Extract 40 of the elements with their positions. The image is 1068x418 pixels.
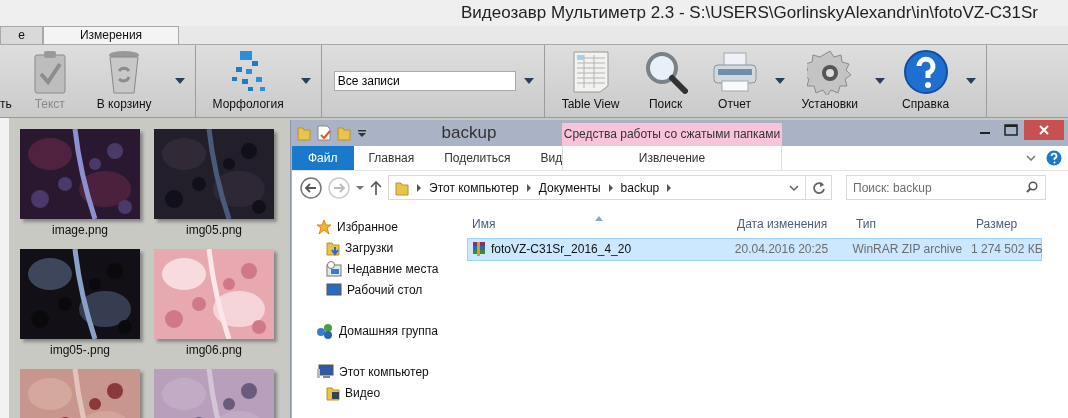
toolbar-button[interactable]: Поиск — [634, 44, 697, 117]
nav-item[interactable]: Домашняя группа — [292, 320, 462, 342]
toolbar-button[interactable]: Морфология — [203, 44, 293, 117]
nav-item[interactable]: Загрузки — [292, 237, 462, 259]
toolbar-button[interactable]: Справка — [893, 44, 959, 117]
window-title: backup — [440, 122, 498, 144]
breadcrumb-item[interactable]: Документы — [538, 178, 601, 197]
window-title: Видеозавр Мультиметр 2.3 - S:\USERS\GorlinskyAlexandr\in\fotoVZ-C31Sr — [460, 2, 1038, 24]
table-cell-text: 20.04.2016 20:25 — [733, 241, 830, 258]
table-cell-text: 1 274 502 КБ — [970, 241, 1041, 258]
search-field[interactable]: Поиск: backup — [846, 175, 1046, 200]
thumbnail-caption: image.png — [51, 221, 108, 239]
address-bar[interactable]: Этот компьютер Документы backup — [388, 175, 806, 200]
context-tab-header: Средства работы со сжатыми папками — [562, 123, 782, 146]
toolbar-button[interactable]: Установки — [792, 44, 867, 117]
column-header[interactable]: Имя — [467, 214, 732, 233]
nav-item[interactable]: Видео — [292, 382, 462, 404]
toolbar-button[interactable]: Отчет — [702, 44, 767, 117]
toolbar-button[interactable]: В корзину — [87, 44, 161, 117]
column-header[interactable]: Размер — [971, 214, 1046, 233]
column-header[interactable]: Тип — [851, 214, 971, 233]
nav-item[interactable]: Недавние места — [292, 258, 462, 280]
table-cell-text: WinRAR ZIP archive — [851, 241, 964, 258]
ribbon-tab[interactable]: Главная — [353, 145, 430, 170]
file-menu-button[interactable]: Файл — [292, 145, 354, 170]
nav-item[interactable]: Рабочий стол — [292, 279, 462, 301]
column-header[interactable]: Дата изменения — [732, 214, 851, 233]
thumbnail-caption: img06.png — [185, 341, 242, 359]
filter-combo[interactable]: Все записи — [333, 70, 516, 91]
thumbnail-caption: img05-.png — [49, 341, 110, 359]
file-row[interactable]: fotoVZ-C31Sr_2016_4_20 20.04.2016 20:25 WinRAR ZIP archive 1 274 502 КБ — [467, 237, 1042, 261]
toolbar-button[interactable]: Table View — [552, 44, 629, 117]
file-name: fotoVZ-C31Sr_2016_4_20 — [491, 241, 632, 258]
thumbnail-caption: img05.png — [185, 221, 242, 239]
ribbon-tab[interactable]: Поделиться — [429, 145, 526, 170]
nav-item[interactable]: Этот компьютер — [292, 361, 462, 383]
toolbar-button[interactable]: ть — [0, 44, 12, 117]
breadcrumb-item[interactable]: Этот компьютер — [429, 178, 519, 197]
nav-item[interactable]: Избранное — [292, 216, 462, 238]
breadcrumb-item[interactable]: backup — [620, 178, 660, 197]
